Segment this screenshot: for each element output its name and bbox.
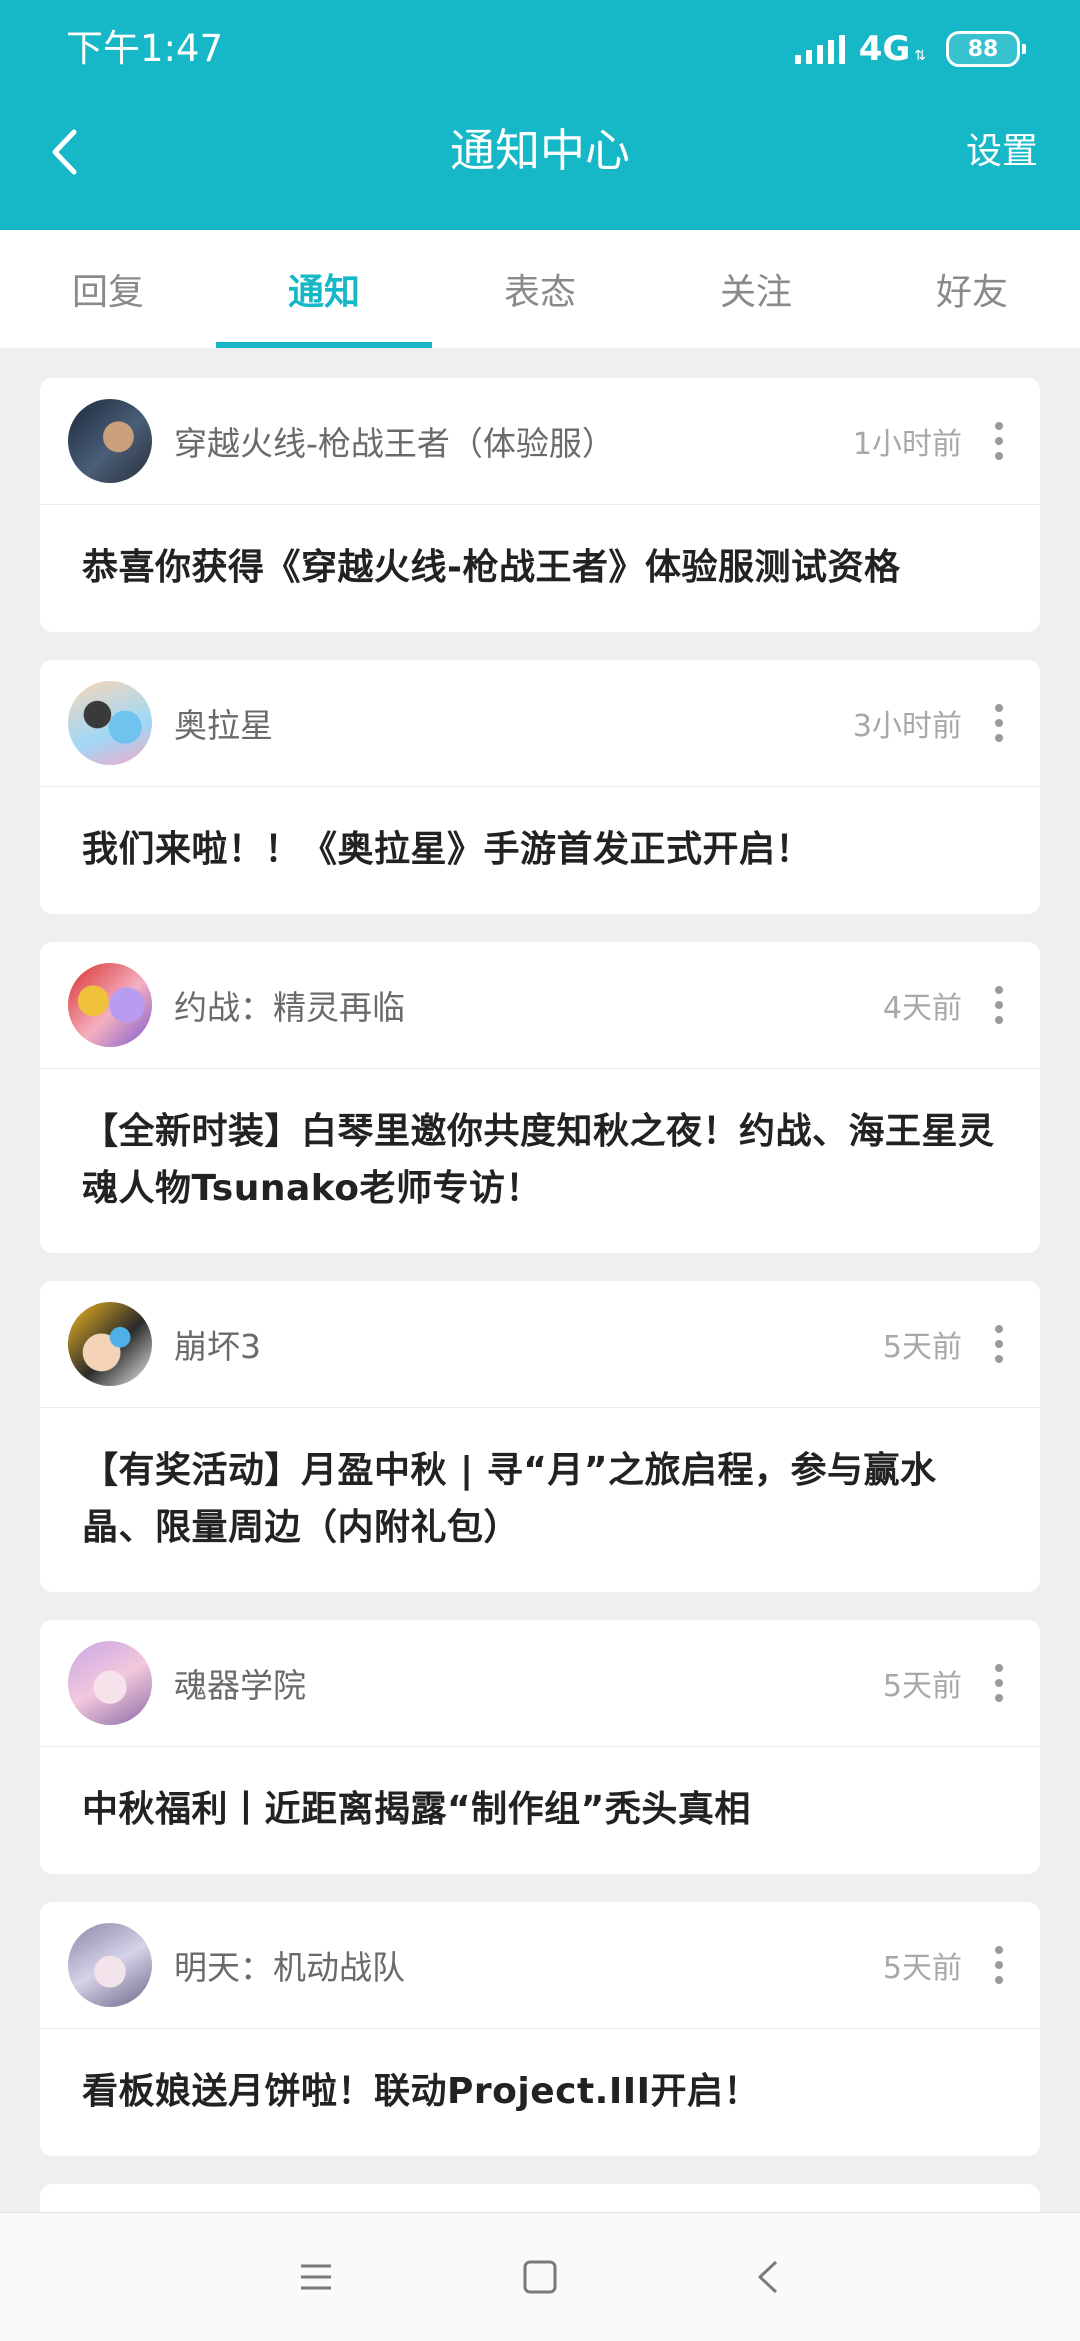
notification-text[interactable]: 中秋福利丨近距离揭露“制作组”秃头真相 (40, 1747, 1040, 1874)
more-button[interactable] (984, 411, 1014, 471)
more-vertical-icon (995, 986, 1003, 1024)
title-bar: 下午1:47 4G ⇅ 88 通知中心 设置 (0, 0, 1080, 230)
tab-reactions[interactable]: 表态 (432, 230, 648, 348)
tab-replies[interactable]: 回复 (0, 230, 216, 348)
more-vertical-icon (995, 1664, 1003, 1702)
back-triangle-icon (758, 2260, 778, 2294)
signal-icon (794, 34, 845, 64)
notification-text[interactable]: 看板娘送月饼啦！联动Project.III开启！ (40, 2029, 1040, 2156)
tab-bar: 回复 通知 表态 关注 好友 (0, 230, 1080, 348)
card-header: 约战：精灵再临 4天前 (40, 942, 1040, 1069)
source-name[interactable]: 穿越火线-枪战王者（体验服） (174, 417, 853, 465)
avatar[interactable] (68, 1923, 152, 2007)
network-type: 4G (858, 29, 911, 69)
settings-button[interactable]: 设置 (966, 124, 1038, 180)
more-vertical-icon (995, 1946, 1003, 1984)
more-button[interactable] (984, 693, 1014, 753)
status-time: 下午1:47 (66, 27, 224, 70)
avatar[interactable] (68, 1302, 152, 1386)
notification-text[interactable]: 【全新时装】白琴里邀你共度知秋之夜！约战、海王星灵魂人物Tsunako老师专访！ (40, 1069, 1040, 1253)
notification-list: 穿越火线-枪战王者（体验服） 1小时前 恭喜你获得《穿越火线-枪战王者》体验服测… (40, 378, 1040, 2244)
card-header: 明天：机动战队 5天前 (40, 1902, 1040, 2029)
battery-icon: 88 (946, 31, 1026, 67)
square-icon (523, 2260, 557, 2294)
nav-back-button[interactable] (736, 2245, 800, 2309)
timestamp: 3小时前 (852, 709, 962, 744)
tab-notifications[interactable]: 通知 (216, 230, 432, 348)
data-activity-icon: ⇅ (914, 48, 926, 64)
notification-text[interactable]: 我们来啦！！《奥拉星》手游首发正式开启！ (40, 787, 1040, 914)
more-vertical-icon (995, 1325, 1003, 1363)
menu-icon (301, 2264, 331, 2290)
timestamp: 4天前 (882, 991, 962, 1026)
notification-card[interactable]: 奥拉星 3小时前 我们来啦！！《奥拉星》手游首发正式开启！ (40, 660, 1040, 914)
notification-card[interactable]: 穿越火线-枪战王者（体验服） 1小时前 恭喜你获得《穿越火线-枪战王者》体验服测… (40, 378, 1040, 632)
back-button[interactable] (34, 112, 94, 192)
more-vertical-icon (995, 704, 1003, 742)
page-title: 通知中心 (449, 124, 630, 177)
source-name[interactable]: 魂器学院 (174, 1659, 883, 1707)
timestamp: 5天前 (882, 1669, 962, 1704)
status-indicators: 4G ⇅ 88 (794, 26, 1026, 72)
timestamp: 1小时前 (852, 427, 962, 462)
source-name[interactable]: 明天：机动战队 (174, 1941, 883, 1989)
notification-card[interactable]: 明天：机动战队 5天前 看板娘送月饼啦！联动Project.III开启！ (40, 1902, 1040, 2156)
system-nav-bar (0, 2212, 1080, 2341)
tab-following[interactable]: 关注 (648, 230, 864, 348)
avatar[interactable] (68, 963, 152, 1047)
card-header: 穿越火线-枪战王者（体验服） 1小时前 (40, 378, 1040, 505)
chevron-left-icon (52, 129, 77, 175)
timestamp: 5天前 (882, 1951, 962, 1986)
card-header: 崩坏3 5天前 (40, 1281, 1040, 1408)
source-name[interactable]: 约战：精灵再临 (174, 981, 883, 1029)
more-button[interactable] (984, 1653, 1014, 1713)
source-name[interactable]: 奥拉星 (174, 699, 853, 747)
notification-card[interactable]: 魂器学院 5天前 中秋福利丨近距离揭露“制作组”秃头真相 (40, 1620, 1040, 1874)
timestamp: 5天前 (882, 1330, 962, 1365)
card-header: 魂器学院 5天前 (40, 1620, 1040, 1747)
avatar[interactable] (68, 681, 152, 765)
source-name[interactable]: 崩坏3 (174, 1320, 883, 1368)
tab-friends[interactable]: 好友 (864, 230, 1080, 348)
battery-level: 88 (967, 36, 999, 62)
notification-text[interactable]: 【有奖活动】月盈中秋 | 寻“月”之旅启程，参与赢水晶、限量周边（内附礼包） (40, 1408, 1040, 1592)
notification-card[interactable]: 约战：精灵再临 4天前 【全新时装】白琴里邀你共度知秋之夜！约战、海王星灵魂人物… (40, 942, 1040, 1253)
more-button[interactable] (984, 1314, 1014, 1374)
avatar[interactable] (68, 399, 152, 483)
card-header: 奥拉星 3小时前 (40, 660, 1040, 787)
notification-text[interactable]: 恭喜你获得《穿越火线-枪战王者》体验服测试资格 (40, 505, 1040, 632)
more-vertical-icon (995, 422, 1003, 460)
notification-card[interactable]: 崩坏3 5天前 【有奖活动】月盈中秋 | 寻“月”之旅启程，参与赢水晶、限量周边… (40, 1281, 1040, 1592)
avatar[interactable] (68, 1641, 152, 1725)
nav-home-button[interactable] (508, 2245, 572, 2309)
nav-menu-button[interactable] (284, 2245, 348, 2309)
more-button[interactable] (984, 1935, 1014, 1995)
more-button[interactable] (984, 975, 1014, 1035)
